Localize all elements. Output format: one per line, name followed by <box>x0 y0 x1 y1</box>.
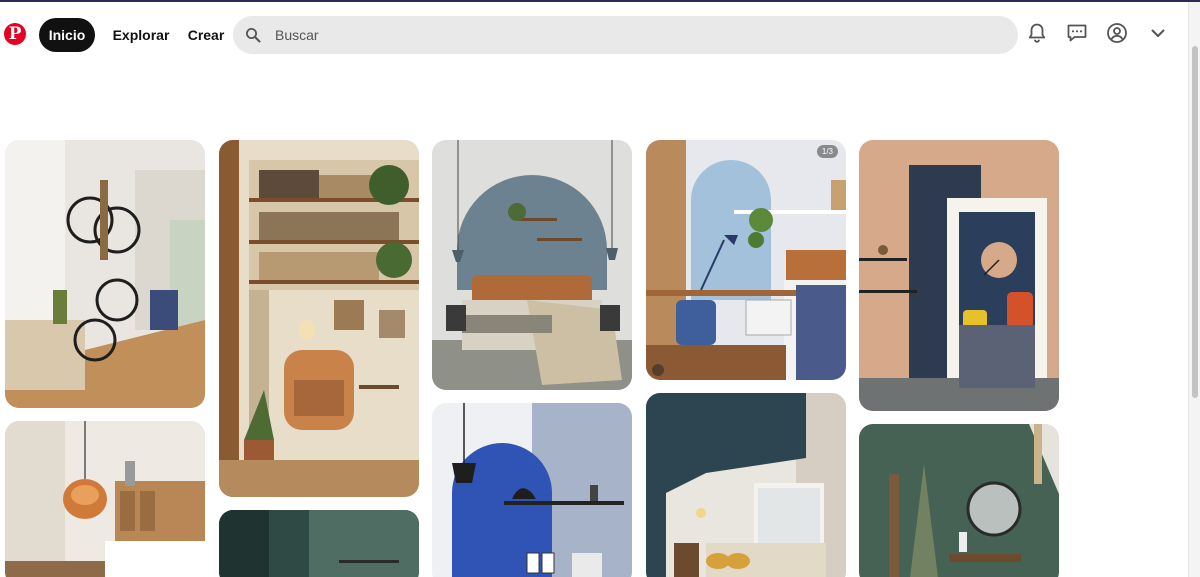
nav-home-button[interactable]: Inicio <box>39 18 95 52</box>
pin-peach-navy-doorway[interactable] <box>859 140 1059 411</box>
pinterest-logo[interactable]: P <box>4 23 26 45</box>
top-navigation-bar: P Inicio Explorar Crear <box>0 2 1188 66</box>
pin-cobalt-arch-shelf[interactable] <box>432 403 632 577</box>
scrollbar-thumb[interactable] <box>1192 46 1198 398</box>
pin-bedroom-navy-ceiling[interactable] <box>646 393 846 577</box>
profile-icon[interactable] <box>1105 21 1129 45</box>
search-icon <box>245 27 261 43</box>
pin-image-count-badge: 1/3 <box>816 145 838 158</box>
pin-image <box>859 140 1059 411</box>
pin-kitchen-pendant[interactable] <box>5 421 205 577</box>
chevron-down-icon[interactable] <box>1146 21 1170 45</box>
pin-green-wall-pin[interactable] <box>219 510 419 577</box>
pin-image <box>5 140 205 408</box>
bell-icon[interactable] <box>1025 21 1049 45</box>
pin-image <box>219 140 419 497</box>
pin-green-wall-mirror[interactable] <box>859 424 1059 577</box>
search-input[interactable] <box>275 16 995 54</box>
user-icon <box>652 364 664 376</box>
pin-image <box>646 140 846 380</box>
nav-explore-button[interactable]: Explorar <box>106 18 176 52</box>
pin-bookshelf-reading-nook[interactable] <box>219 140 419 497</box>
pin-image <box>5 421 205 577</box>
pin-image <box>859 424 1059 577</box>
pin-image <box>432 140 632 390</box>
messages-icon[interactable] <box>1065 21 1089 45</box>
nav-create-button[interactable]: Crear <box>182 18 230 52</box>
search-bar[interactable] <box>233 16 1018 54</box>
pin-bedroom-blue-arch[interactable] <box>432 140 632 390</box>
pin-image <box>432 403 632 577</box>
page-scrollbar[interactable] <box>1188 2 1200 577</box>
pin-desk-blue-arch[interactable]: 1/3 <box>646 140 846 380</box>
pin-image <box>219 510 419 577</box>
pin-bikes-hallway[interactable] <box>5 140 205 408</box>
pin-image <box>646 393 846 577</box>
